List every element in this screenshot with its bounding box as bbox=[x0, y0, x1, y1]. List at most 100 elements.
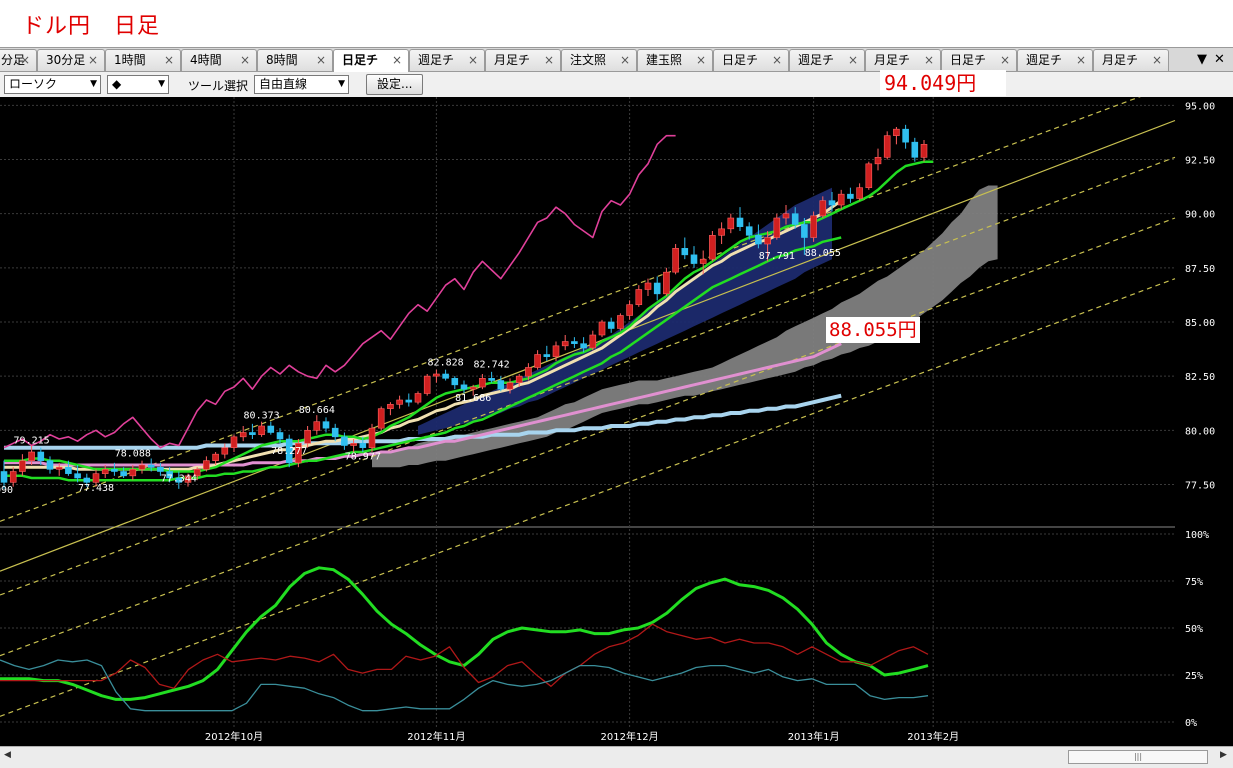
candle-body bbox=[341, 436, 348, 446]
candle-body bbox=[368, 427, 376, 448]
candle-body bbox=[138, 464, 146, 470]
y-tick-label: 75% bbox=[1185, 577, 1203, 588]
candle-body bbox=[497, 380, 505, 390]
y-tick-label: 95.00 bbox=[1185, 101, 1215, 112]
tab-label: 30分足 bbox=[46, 53, 86, 67]
candle-body bbox=[469, 386, 477, 390]
tab-close-icon[interactable]: × bbox=[696, 50, 706, 71]
x-tick-label: 2012年10月 bbox=[205, 730, 263, 743]
tab-15[interactable]: 月足チ × bbox=[1093, 49, 1169, 71]
tab-close-icon[interactable]: × bbox=[544, 50, 554, 71]
candle-body bbox=[837, 193, 845, 206]
tab-3[interactable]: 4時間 × bbox=[181, 49, 257, 71]
candle-body bbox=[736, 217, 744, 227]
tab-11[interactable]: 週足チ × bbox=[789, 49, 865, 71]
price-annotation: 77.344 bbox=[161, 473, 197, 484]
tab-1[interactable]: 30分足 × bbox=[37, 49, 105, 71]
tab-7[interactable]: 月足チ × bbox=[485, 49, 561, 71]
y-tick-label: 77.50 bbox=[1185, 481, 1215, 492]
candle-body bbox=[322, 421, 330, 429]
tab-label: 日足チ bbox=[950, 53, 987, 67]
candle-body bbox=[727, 217, 735, 230]
price-annotation: 090 bbox=[0, 485, 13, 496]
tab-close-icon[interactable]: × bbox=[1000, 50, 1010, 71]
candle-body bbox=[101, 469, 109, 474]
tab-list-dropdown-icon[interactable]: ▼ bbox=[1197, 52, 1207, 67]
tab-4[interactable]: 8時間 × bbox=[257, 49, 333, 71]
candle-body bbox=[304, 430, 311, 444]
candle-body bbox=[387, 404, 394, 409]
candle-body bbox=[442, 373, 449, 379]
candle-body bbox=[801, 224, 808, 238]
tab-10[interactable]: 日足チ × bbox=[713, 49, 789, 71]
candle-body bbox=[267, 425, 275, 433]
tab-12[interactable]: 月足チ × bbox=[865, 49, 941, 71]
candle-body bbox=[515, 375, 523, 383]
candle-body bbox=[396, 399, 403, 405]
tab-6[interactable]: 週足チ × bbox=[409, 49, 485, 71]
candle-body bbox=[221, 447, 229, 455]
y-tick-label: 25% bbox=[1185, 671, 1203, 682]
tab-2[interactable]: 1時間 × bbox=[105, 49, 181, 71]
candle-body bbox=[607, 321, 615, 329]
candle-body bbox=[249, 432, 256, 435]
candle-body bbox=[598, 321, 606, 336]
candle-body bbox=[359, 443, 367, 448]
tab-9[interactable]: 建玉照 × bbox=[637, 49, 713, 71]
tab-8[interactable]: 注文照 × bbox=[561, 49, 637, 71]
tab-label: 建玉照 bbox=[646, 53, 683, 67]
candle-body bbox=[9, 471, 17, 483]
tab-close-icon[interactable]: × bbox=[240, 50, 250, 71]
x-tick-label: 2012年12月 bbox=[601, 730, 659, 743]
chart-type-select[interactable]: ローソク ▼ bbox=[4, 75, 101, 94]
x-tick-label: 2013年1月 bbox=[788, 730, 840, 743]
tab-14[interactable]: 週足チ × bbox=[1017, 49, 1093, 71]
tab-label: 月足チ bbox=[1102, 53, 1139, 67]
tab-close-icon[interactable]: × bbox=[1152, 50, 1162, 71]
candle-body bbox=[902, 128, 909, 143]
tab-close-icon[interactable]: × bbox=[924, 50, 934, 71]
tab-close-icon[interactable]: × bbox=[1076, 50, 1086, 71]
candle-body bbox=[414, 393, 422, 403]
tab-label: 週足チ bbox=[418, 53, 455, 67]
tab-13[interactable]: 日足チ × bbox=[941, 49, 1017, 71]
chevron-down-icon: ▼ bbox=[338, 79, 345, 89]
tab-close-icon[interactable]: × bbox=[392, 50, 402, 71]
scroll-left-icon[interactable]: ◀ bbox=[4, 750, 11, 760]
horizontal-scrollbar[interactable]: ||| ◀ ▶ bbox=[0, 746, 1233, 768]
price-chart-svg[interactable]: 95.00 92.50 90.00 87.50 85.00 82.50 80.00 77.50… bbox=[0, 83, 1233, 746]
tab-close-icon[interactable]: × bbox=[20, 50, 30, 71]
tab-close-icon[interactable]: × bbox=[620, 50, 630, 71]
tab-close-icon[interactable]: × bbox=[164, 50, 174, 71]
candle-body bbox=[19, 460, 26, 472]
tab-close-icon[interactable]: × bbox=[772, 50, 782, 71]
candle-body bbox=[699, 258, 707, 264]
scroll-right-icon[interactable]: ▶ bbox=[1220, 750, 1227, 760]
candle-body bbox=[828, 200, 836, 206]
tab-close-icon[interactable]: × bbox=[88, 50, 98, 71]
candle-body bbox=[690, 254, 698, 264]
tab-close-icon[interactable]: × bbox=[316, 50, 326, 71]
candle-body bbox=[745, 226, 753, 236]
close-window-icon[interactable]: ✕ bbox=[1214, 52, 1225, 67]
candle-body bbox=[147, 464, 155, 468]
drawing-tool-select[interactable]: 自由直線 ▼ bbox=[254, 75, 349, 94]
tab-label: 8時間 bbox=[266, 53, 298, 67]
settings-button[interactable]: 設定... bbox=[366, 74, 424, 95]
tab-0[interactable]: 分足 × bbox=[0, 49, 37, 71]
drawing-tool-value: 自由直線 bbox=[259, 77, 308, 91]
current-price-label: 94.049円 bbox=[880, 70, 1006, 96]
candle-body bbox=[552, 345, 560, 357]
scrollbar-thumb[interactable]: ||| bbox=[1068, 750, 1208, 764]
tab-5[interactable]: 日足チ × bbox=[333, 49, 409, 73]
candle-body bbox=[755, 235, 762, 245]
tab-close-icon[interactable]: × bbox=[848, 50, 858, 71]
candle-body bbox=[819, 200, 827, 217]
price-annotation: 82.828 bbox=[428, 357, 464, 368]
price-annotation: 87.791 bbox=[759, 251, 795, 262]
symbol-select[interactable]: ◆ ▼ bbox=[107, 75, 169, 94]
tab-close-icon[interactable]: × bbox=[468, 50, 478, 71]
price-annotation: 78.277 bbox=[271, 446, 307, 457]
candle-body bbox=[488, 378, 495, 381]
candle-body bbox=[28, 451, 35, 461]
